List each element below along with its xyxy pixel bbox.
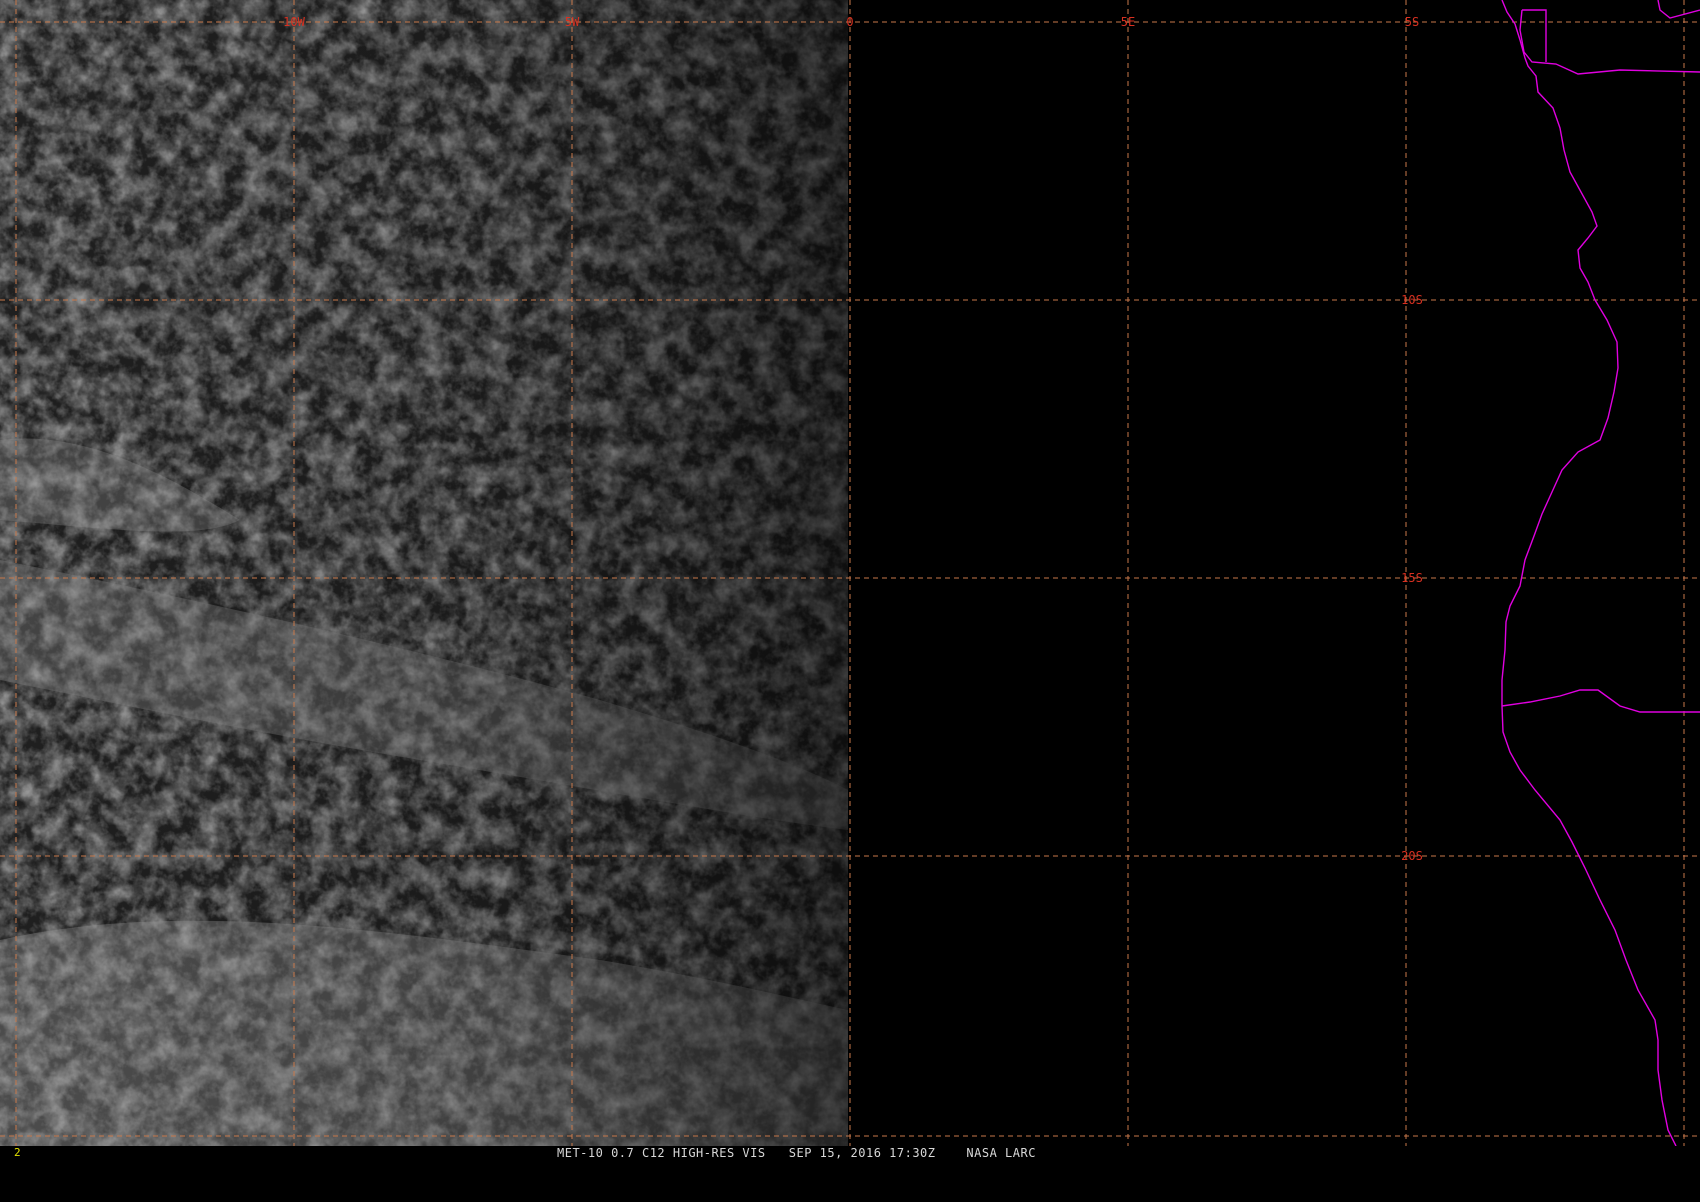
latitude-label: 15S: [1401, 571, 1423, 585]
latitude-label: 10S: [1401, 293, 1423, 307]
satellite-image: 10W 5W 0 5E 5S 10S 15S 20S: [0, 0, 1700, 1160]
satellite-map-viewer[interactable]: 10W 5W 0 5E 5S 10S 15S 20S 2 MET-10 0.7 C12 HIG…: [0, 0, 1700, 1160]
longitude-label: 5W: [565, 15, 580, 29]
frame-number: 2: [14, 1146, 21, 1159]
image-caption: MET-10 0.7 C12 HIGH-RES VIS SEP 15, 2016…: [557, 1146, 1036, 1160]
longitude-label: 0: [846, 15, 853, 29]
longitude-label: 5E: [1121, 15, 1135, 29]
longitude-label: 10W: [283, 15, 305, 29]
latitude-label: 5S: [1405, 15, 1419, 29]
latitude-label: 20S: [1401, 849, 1423, 863]
cloud-imagery: [0, 0, 848, 1146]
status-bar: 2 MET-10 0.7 C12 HIGH-RES VIS SEP 15, 20…: [0, 1146, 1700, 1160]
